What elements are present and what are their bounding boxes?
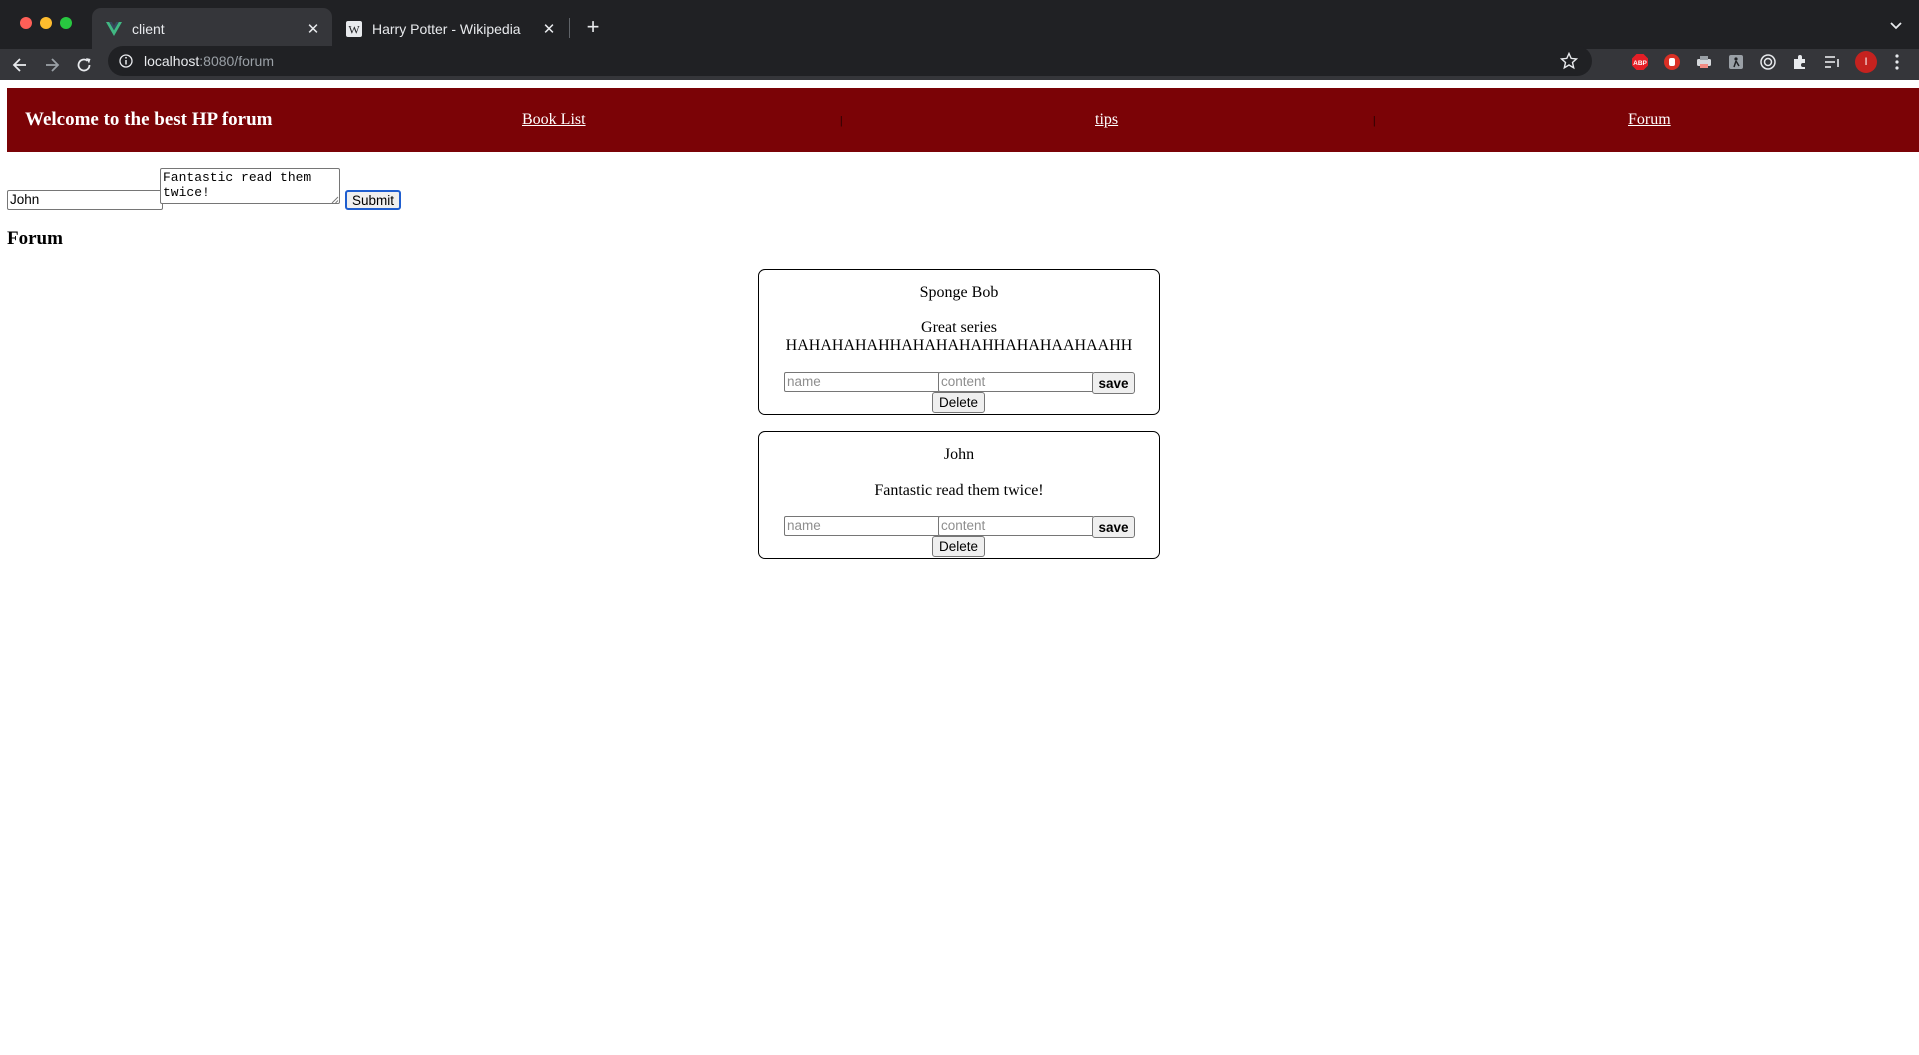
tab-client[interactable]: client ✕ (92, 8, 332, 49)
tab-title: client (132, 20, 165, 37)
resize-grip-icon[interactable] (331, 196, 339, 204)
forward-arrow-icon[interactable] (40, 53, 64, 77)
adblock-extension-icon[interactable]: ABP (1630, 52, 1650, 72)
back-arrow-icon[interactable] (8, 53, 32, 77)
browser-menu-icon[interactable] (1887, 52, 1907, 72)
svg-text:W: W (348, 22, 360, 36)
address-bar[interactable]: localhost:8080/forum (108, 46, 1592, 76)
extensions-puzzle-icon[interactable] (1790, 52, 1810, 72)
accessibility-extension-icon[interactable] (1726, 52, 1746, 72)
page-viewport: Welcome to the best HP forum Book List |… (0, 80, 1919, 1055)
tab-title: Harry Potter - Wikipedia (372, 20, 521, 37)
post-content: Fantastic read them twice! (874, 482, 1044, 499)
nav-link-forum[interactable]: Forum (1628, 88, 1671, 152)
printer-extension-icon[interactable] (1694, 52, 1714, 72)
site-info-icon[interactable] (118, 53, 134, 69)
close-window-button[interactable] (20, 17, 32, 29)
post-author: Sponge Bob (919, 284, 999, 301)
media-queue-icon[interactable] (1822, 52, 1842, 72)
url-path: :8080/forum (199, 53, 274, 69)
new-post-content-textarea[interactable]: Fantastic read them twice! (160, 168, 340, 204)
save-button[interactable]: save (1092, 372, 1135, 394)
tab-divider (569, 18, 570, 38)
site-header: Welcome to the best HP forum Book List |… (7, 88, 1919, 152)
edit-name-input[interactable] (784, 372, 940, 392)
nav-link-book-list[interactable]: Book List (522, 88, 586, 152)
hand-extension-icon[interactable] (1662, 52, 1682, 72)
edit-content-input[interactable] (938, 516, 1094, 536)
edit-name-input[interactable] (784, 516, 940, 536)
svg-text:ABP: ABP (1633, 60, 1647, 67)
maximize-window-button[interactable] (60, 17, 72, 29)
edit-content-input[interactable] (938, 372, 1094, 392)
nav-separator: | (840, 113, 843, 127)
wikipedia-icon: W (346, 20, 362, 37)
new-tab-icon[interactable]: + (580, 14, 606, 40)
profile-avatar[interactable]: I (1855, 51, 1877, 73)
target-extension-icon[interactable] (1758, 52, 1778, 72)
post-content: Great series HAHAHAHAHHAHAHAHAHHAHAHAAHA… (785, 319, 1133, 354)
site-title: Welcome to the best HP forum (25, 109, 273, 130)
close-tab-icon[interactable]: ✕ (304, 20, 322, 38)
new-post-name-input[interactable] (7, 190, 163, 210)
tab-strip: client ✕ W Harry Potter - Wikipedia ✕ + (0, 0, 1919, 49)
submit-button[interactable]: Submit (345, 190, 401, 210)
browser-chrome: client ✕ W Harry Potter - Wikipedia ✕ + (0, 0, 1919, 80)
delete-button[interactable]: Delete (932, 392, 985, 413)
vue-logo-icon (106, 21, 122, 37)
close-tab-icon[interactable]: ✕ (540, 20, 558, 38)
reload-icon[interactable] (72, 53, 96, 77)
forum-heading: Forum (7, 228, 63, 249)
bookmark-star-icon[interactable] (1559, 51, 1579, 70)
nav-link-tips[interactable]: tips (1095, 88, 1118, 152)
new-post-form: Fantastic read them twice! Submit (7, 168, 427, 216)
forum-post: John Fantastic read them twice! save Del… (758, 431, 1160, 559)
nav-separator: | (1373, 113, 1376, 127)
tab-wikipedia[interactable]: W Harry Potter - Wikipedia ✕ (332, 8, 568, 49)
minimize-window-button[interactable] (40, 17, 52, 29)
save-button[interactable]: save (1092, 516, 1135, 538)
tab-search-icon[interactable] (1887, 16, 1905, 34)
url-host: localhost (144, 53, 200, 69)
post-author: John (943, 446, 975, 463)
delete-button[interactable]: Delete (932, 536, 985, 557)
forum-post: Sponge Bob Great series HAHAHAHAHHAHAHAH… (758, 269, 1160, 415)
